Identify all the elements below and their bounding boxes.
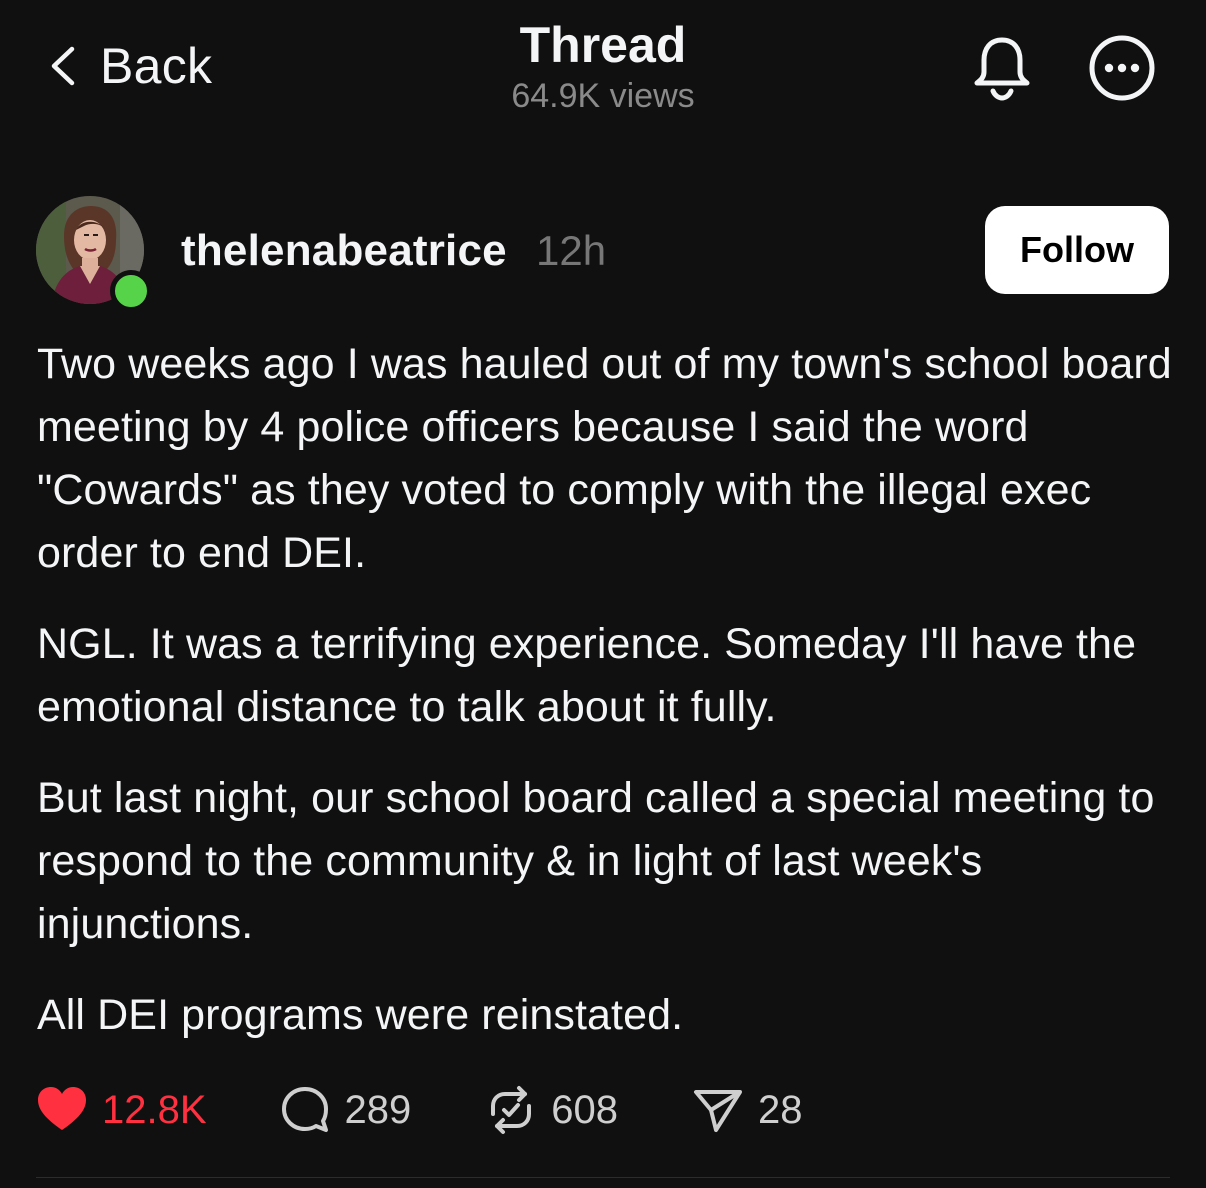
follow-button[interactable]: Follow [985, 206, 1169, 294]
thread-header: Back Thread 64.9K views [0, 0, 1206, 140]
reply-count: 289 [344, 1087, 412, 1132]
post-header: thelenabeatrice 12h Follow [0, 190, 1206, 312]
post-paragraph: But last night, our school board called … [37, 774, 1155, 948]
view-count: 64.9K views [511, 77, 695, 115]
post-body: Two weeks ago I was hauled out of my tow… [37, 333, 1177, 1075]
post-paragraph: All DEI programs were reinstated. [37, 991, 684, 1039]
page-title: Thread [519, 17, 687, 73]
online-status-indicator [110, 270, 152, 312]
repost-count: 608 [551, 1087, 619, 1132]
bell-icon [974, 37, 1030, 101]
notifications-button[interactable] [966, 32, 1038, 104]
back-button[interactable]: Back [44, 36, 212, 96]
post-paragraph: Two weeks ago I was hauled out of my tow… [37, 340, 1172, 577]
heart-icon [38, 1087, 86, 1130]
comment-icon [281, 1087, 328, 1132]
send-icon [694, 1090, 743, 1132]
post-actions: 12.8K 289 608 28 [36, 1082, 803, 1138]
back-label: Back [100, 38, 213, 94]
like-count: 12.8K [102, 1087, 207, 1132]
more-options-button[interactable] [1086, 32, 1158, 104]
username-link[interactable]: thelenabeatrice [181, 226, 507, 276]
post-timestamp: 12h [536, 227, 607, 274]
post-paragraph: NGL. It was a terrifying experience. Som… [37, 620, 1137, 731]
post-divider [36, 1177, 1170, 1178]
reply-button[interactable]: 289 [279, 1084, 412, 1136]
share-button[interactable]: 28 [692, 1084, 803, 1136]
share-count: 28 [758, 1087, 803, 1132]
repost-button[interactable]: 608 [485, 1084, 618, 1136]
avatar[interactable] [36, 196, 152, 312]
chevron-left-icon [51, 46, 75, 86]
repost-icon [491, 1086, 532, 1134]
like-button[interactable]: 12.8K [36, 1084, 207, 1136]
title-block: Thread 64.9K views [403, 16, 803, 118]
more-icon [1089, 35, 1155, 101]
